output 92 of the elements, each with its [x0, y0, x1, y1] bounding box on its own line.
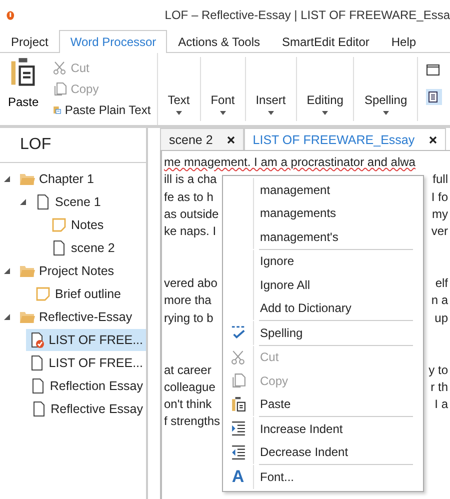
ribbon-dropdown[interactable]: Font: [200, 57, 246, 121]
document-text: I fo: [431, 190, 448, 206]
document-text: vered abo: [164, 276, 218, 292]
window-title: LOF – Reflective-Essay | LIST OF FREEWARE_Essa: [164, 8, 450, 22]
document-text: up: [434, 310, 448, 327]
ribbon-dropdown[interactable]: Spelling: [354, 57, 418, 121]
caret-icon: [322, 111, 328, 115]
app-logo-icon: [6, 8, 15, 22]
expand-arrow-icon[interactable]: [4, 314, 10, 320]
document-view-icon[interactable]: [426, 89, 442, 105]
document-text: n a: [431, 293, 448, 310]
document-icon: [30, 378, 46, 394]
ribbon-tab[interactable]: Word Processor: [59, 30, 168, 53]
binder-item[interactable]: Chapter 1: [16, 168, 97, 190]
indent-icon: [230, 421, 246, 436]
ribbon-tab[interactable]: Project: [0, 30, 60, 52]
caret-icon: [220, 111, 226, 115]
expand-arrow-icon[interactable]: [4, 176, 10, 182]
document-text: more tha: [164, 293, 212, 310]
binder-item[interactable]: Project Notes: [16, 260, 118, 282]
ribbon-dropdown[interactable]: Editing: [296, 57, 354, 121]
document-text: at career: [164, 362, 212, 379]
menu-item[interactable]: Paste: [223, 392, 423, 416]
binder-item[interactable]: Notes: [48, 214, 107, 236]
indent-icon: [230, 444, 246, 460]
document-icon: [35, 194, 51, 210]
clipboard-icon: [230, 396, 246, 412]
caret-icon: [176, 111, 182, 115]
document-text: colleague: [164, 380, 216, 396]
binder-item[interactable]: Reflective-Essay: [16, 306, 136, 328]
document-icon: [51, 240, 67, 256]
ribbon-dropdown[interactable]: Text: [158, 57, 201, 121]
ribbon-tab[interactable]: SmartEdit Editor: [271, 30, 380, 52]
expand-arrow-icon[interactable]: [20, 198, 26, 204]
binder-item[interactable]: Scene 1: [32, 190, 104, 212]
menu-item[interactable]: Decrease Indent: [223, 440, 423, 464]
document-text: fe as to h: [164, 190, 214, 206]
document-icon: [30, 400, 47, 416]
close-icon[interactable]: [226, 136, 235, 144]
menu-item[interactable]: management: [223, 178, 423, 202]
document-tab[interactable]: scene 2: [160, 128, 244, 150]
caret-icon: [382, 111, 389, 115]
document-icon: [28, 354, 45, 370]
expand-arrow-icon[interactable]: [4, 268, 10, 274]
document-tab[interactable]: LIST OF FREEWARE_Essay: [244, 128, 446, 150]
caret-icon: [268, 111, 274, 115]
checked-document-icon: [28, 332, 45, 348]
ribbon-dropdown[interactable]: Insert: [246, 57, 297, 121]
document-text: elf: [435, 276, 448, 292]
binder-item[interactable]: Reflective Essay: [28, 398, 146, 420]
binder-item[interactable]: scene 2: [48, 236, 118, 258]
menu-item[interactable]: Increase Indent: [223, 417, 423, 440]
note-icon: [35, 286, 51, 302]
note-icon: [51, 216, 67, 232]
clipboard-icon: [10, 57, 36, 89]
document-text: f strengths: [164, 414, 220, 430]
document-text: as outside: [164, 206, 219, 223]
menu-item[interactable]: managements: [223, 202, 423, 225]
document-text: me mnagement. I am a procrastinator and alwa: [164, 155, 416, 171]
binder-title: LOF: [0, 128, 146, 163]
menu-item[interactable]: A Font...: [223, 465, 423, 488]
ribbon-tab[interactable]: Help: [380, 30, 428, 52]
binder-item[interactable]: Brief outline: [32, 282, 124, 304]
copy-icon: [52, 82, 67, 96]
scissors-icon: [230, 350, 246, 365]
document-text: my: [432, 206, 448, 223]
menu-item[interactable]: Spelling: [223, 321, 423, 344]
paste-plain-text-button[interactable]: Paste Plain Text: [52, 99, 151, 120]
document-text: ill is a cha: [164, 172, 217, 188]
document-text: I a: [434, 397, 448, 414]
document-text: y to: [428, 362, 448, 379]
window-icon[interactable]: [426, 63, 440, 77]
menu-item[interactable]: Ignore: [223, 250, 423, 273]
document-text: full: [432, 172, 448, 188]
document-text: ke naps. I: [164, 224, 216, 240]
document-text: r th: [430, 380, 448, 396]
scissors-icon: [52, 60, 67, 74]
binder-item[interactable]: Reflection Essay: [26, 374, 146, 396]
document-text: rying to b: [164, 310, 214, 327]
ribbon-tab[interactable]: Actions & Tools: [167, 30, 271, 52]
binder-item[interactable]: LIST OF FREE...: [26, 328, 146, 350]
close-icon[interactable]: [428, 136, 437, 144]
menu-item[interactable]: Add to Dictionary: [223, 296, 423, 320]
copy-icon: [230, 373, 246, 388]
spell-check-icon: [230, 325, 246, 340]
document-text: on't think: [164, 397, 212, 414]
font-icon: A: [232, 466, 244, 487]
document-text: ver: [431, 224, 448, 240]
menu-item[interactable]: management's: [223, 225, 423, 248]
paste-button[interactable]: Paste: [4, 53, 43, 125]
binder-item[interactable]: LIST OF FREE...: [26, 352, 146, 374]
menu-item[interactable]: Ignore All: [223, 273, 423, 296]
